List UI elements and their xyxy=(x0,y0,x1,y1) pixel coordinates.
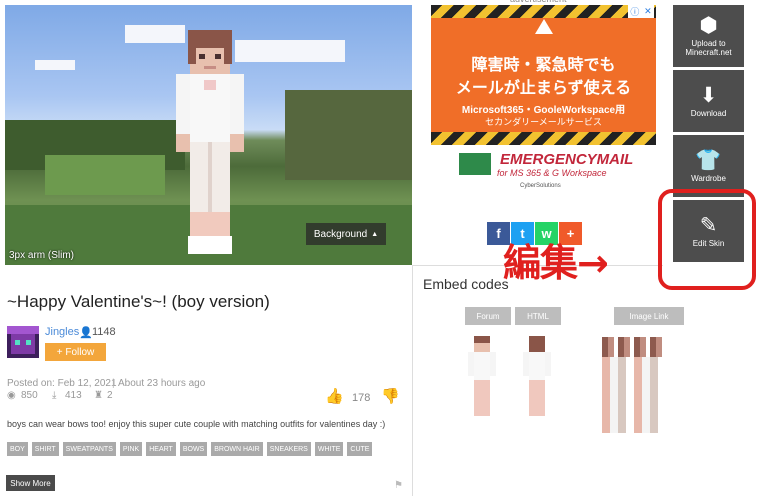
views-count: 850 xyxy=(21,390,38,401)
ad-brand-company: CyberSolutions xyxy=(520,183,561,189)
embed-title: Embed codes xyxy=(423,276,509,292)
cube-upload-icon: ⬢ xyxy=(699,14,718,37)
ad-stripe xyxy=(431,132,656,145)
info-icon: ⓘ xyxy=(630,7,640,17)
download-icon: ⤓ xyxy=(52,390,57,401)
skin-title: ~Happy Valentine's~! (boy version) xyxy=(7,292,270,311)
skin-description: boys can wear bows too! enjoy this super… xyxy=(7,419,386,429)
tag-list: BOY SHIRT SWEATPANTS PINK HEART BOWS BRO… xyxy=(7,442,373,456)
likes-count: 178 xyxy=(352,392,371,404)
ad-brand-title: EMERGENCYMAIL xyxy=(500,151,634,168)
caret-up-icon: ▲ xyxy=(371,230,379,238)
arm-type-caption: 3px arm (Slim) xyxy=(9,250,75,261)
background-button[interactable]: Background ▲ xyxy=(306,223,386,245)
wardrobe-label: Wardrobe xyxy=(691,173,726,183)
terrain xyxy=(45,155,165,195)
download-label: Download xyxy=(690,108,727,118)
shirt-icon: ♜ xyxy=(94,390,103,401)
close-icon: ✕ xyxy=(644,6,652,16)
tag[interactable]: BROWN HAIR xyxy=(211,442,263,456)
upload-button[interactable]: ⬢ Upload to Minecraft.net xyxy=(673,5,744,67)
wardrobe-button[interactable]: 👕 Wardrobe xyxy=(673,135,744,197)
downloads-count: 413 xyxy=(65,390,82,401)
skin-thumbnail-back xyxy=(523,336,551,424)
tag[interactable]: WHITE xyxy=(314,442,344,456)
download-icon: ⬇ xyxy=(699,83,718,107)
shirt-plus-icon: 👕 xyxy=(695,148,722,172)
shirts-count: 2 xyxy=(107,390,113,401)
upload-label: Upload to Minecraft.net xyxy=(685,39,732,57)
tag[interactable]: HEART xyxy=(146,442,176,456)
html-embed-button[interactable]: HTML xyxy=(515,307,561,325)
eye-icon: ◉ xyxy=(7,390,16,401)
thumbs-up-icon[interactable]: 👍 xyxy=(325,387,344,405)
skin-thumbnail-front xyxy=(468,336,496,424)
tag[interactable]: PINK xyxy=(119,442,143,456)
user-icon: 👤 xyxy=(79,327,93,339)
sky-cloud xyxy=(35,60,75,70)
download-button[interactable]: ⬇ Download xyxy=(673,70,744,132)
separator: | xyxy=(112,378,115,389)
ad-brand-subtitle: for MS 365 & G Workspace xyxy=(497,168,607,178)
forum-embed-button[interactable]: Forum xyxy=(465,307,511,325)
sky-cloud xyxy=(235,40,345,62)
tag[interactable]: SWEATPANTS xyxy=(62,442,116,456)
ad-close-button[interactable]: ⓘ ✕ xyxy=(628,5,654,18)
tag[interactable]: SHIRT xyxy=(31,442,59,456)
skin-texture-hair xyxy=(602,337,666,357)
background-button-label: Background xyxy=(313,228,368,240)
posted-ago: About 23 hours ago xyxy=(118,378,206,389)
show-more-button[interactable]: Show More xyxy=(6,475,55,491)
flag-icon[interactable]: ⚑ xyxy=(394,480,403,491)
tag[interactable]: BOY xyxy=(7,442,28,456)
posted-date: Posted on: Feb 12, 2021 xyxy=(7,378,117,389)
author-link[interactable]: Jingles xyxy=(45,326,79,338)
ad-text: Microsoft365・GooleWorkspace用 xyxy=(461,105,626,116)
ad-text: セカンダリーメールサービス xyxy=(485,117,602,127)
ad-stripe xyxy=(431,5,656,18)
avatar[interactable] xyxy=(7,326,39,358)
terrain xyxy=(285,90,412,180)
thumbs-down-icon[interactable]: 👎 xyxy=(381,387,400,405)
follow-button[interactable]: + Follow xyxy=(45,343,106,361)
image-link-button[interactable]: Image Link xyxy=(614,307,684,325)
skin-preview[interactable]: 3px arm (Slim) Background ▲ xyxy=(5,5,412,265)
divider xyxy=(412,265,413,496)
emergency-exit-icon xyxy=(459,153,491,175)
ad-label: advertisement xyxy=(510,0,567,4)
tag[interactable]: CUTE xyxy=(347,442,373,456)
tag[interactable]: BOWS xyxy=(179,442,208,456)
annotation-highlight xyxy=(658,189,756,290)
follower-count: 1148 xyxy=(92,326,116,338)
skin-model[interactable] xyxy=(170,30,250,254)
warning-icon xyxy=(535,19,553,34)
annotation-text: 編集→ xyxy=(503,241,609,285)
tag[interactable]: SNEAKERS xyxy=(266,442,311,456)
ad-headline: 障害時・緊急時でも xyxy=(471,57,616,74)
ad-banner[interactable]: 障害時・緊急時でも メールが止まらず使える Microsoft365・Goole… xyxy=(431,5,656,145)
ad-headline: メールが止まらず使える xyxy=(455,80,632,97)
